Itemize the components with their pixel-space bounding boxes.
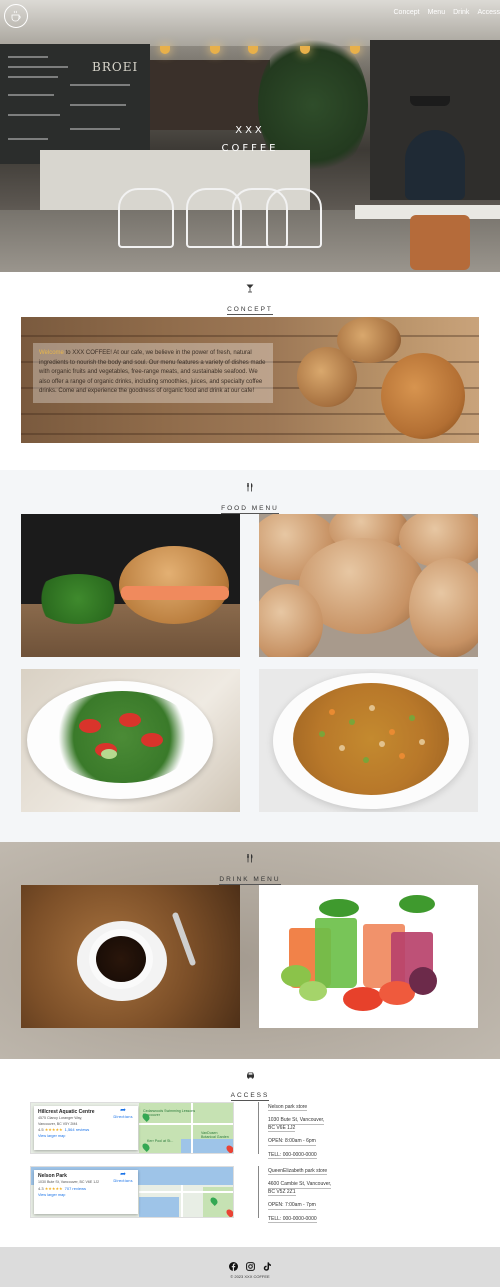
lamp-icon: [410, 96, 450, 106]
drink-menu-header: DRINK MENU: [0, 854, 500, 885]
hero-person: [405, 130, 465, 200]
directions-button[interactable]: ➦ Directions: [111, 1170, 135, 1184]
facebook-icon[interactable]: [229, 1256, 238, 1271]
coffee-logo-icon: [11, 10, 21, 22]
lamp-icon: [210, 46, 220, 54]
map-embed[interactable]: Cedarwoods Swimming Lessons Vancouver Ke…: [30, 1102, 234, 1154]
soup-photo: [259, 669, 478, 812]
instagram-icon[interactable]: [246, 1256, 255, 1271]
concept-header: CONCEPT: [0, 284, 500, 315]
store-info: Nelson park store 1030 Bute St, Vancouve…: [268, 1104, 388, 1163]
nav-concept[interactable]: Concept: [394, 9, 420, 16]
food-menu-header: FOOD MENU: [0, 483, 500, 514]
food-menu-title: FOOD MENU: [221, 505, 279, 514]
bread-image: [381, 353, 465, 439]
nav-menu[interactable]: Menu: [428, 9, 446, 16]
concept-banner: Welcome to XXX COFFEE! At our cafe, we b…: [21, 317, 479, 443]
hero-chair: [118, 188, 174, 248]
nav-access[interactable]: Access: [477, 9, 500, 16]
lamp-icon: [248, 46, 258, 54]
map-reviews-link[interactable]: 707 reviews: [65, 1186, 86, 1191]
concept-highlight: Welcome: [39, 350, 64, 356]
brand-line-1: XXX: [235, 125, 265, 136]
directions-button[interactable]: ➦ Directions: [111, 1106, 135, 1120]
map-place-label: Kerr Pool at St...: [147, 1139, 174, 1143]
access-header: ACCESS: [0, 1071, 500, 1101]
view-larger-map-link[interactable]: View larger map: [38, 1193, 134, 1197]
directions-icon: ➦: [120, 1170, 126, 1178]
map-reviews-link[interactable]: 1,564 reviews: [65, 1127, 90, 1132]
hero-chair: [266, 188, 322, 248]
store-address: 1030 Bute St, Vancouver,: [268, 1117, 325, 1125]
brand-line-2: COFFEE: [221, 143, 279, 154]
lamp-icon: [160, 46, 170, 54]
star-rating-icon: ★★★★★: [44, 1127, 63, 1133]
copyright: © 2023 XXX COFFEE: [230, 1274, 270, 1279]
hero-sign-text: BROEI: [92, 60, 139, 74]
store-address: 4600 Cambie St, Vancouver,: [268, 1181, 332, 1189]
coffee-photo: [21, 885, 240, 1028]
concept-description: Welcome to XXX COFFEE! At our cafe, we b…: [33, 343, 273, 403]
salad-photo: [21, 669, 240, 812]
store-tel: TELL: 000-0000-0000: [268, 1215, 317, 1224]
view-larger-map-link[interactable]: View larger map: [38, 1134, 134, 1138]
store-address: BC V6E 1J2: [268, 1124, 296, 1133]
hero-shelf: [150, 60, 270, 130]
store-hours: OPEN: 8:00am - 6pm: [268, 1138, 316, 1146]
site-logo[interactable]: [4, 4, 28, 28]
car-icon: [0, 1071, 500, 1082]
map-place-label: VanDusen Botanical Garden: [201, 1131, 229, 1140]
map-rating: 4.5 ★★★★★ 1,564 reviews: [38, 1127, 90, 1133]
fork-knife-icon: [0, 483, 500, 495]
access-title: ACCESS: [230, 1092, 270, 1101]
map-place-address: Vancouver, BC V5Y 2M4: [38, 1121, 78, 1126]
store-name: Nelson park store: [268, 1104, 308, 1112]
store-hours: OPEN: 7:00am - 7pm: [268, 1202, 316, 1210]
nav-drink[interactable]: Drink: [453, 9, 469, 16]
map-place-label: Cedarwoods Swimming Lessons Vancouver: [143, 1109, 196, 1118]
bread-photo: [259, 514, 478, 657]
tiktok-icon[interactable]: [263, 1256, 272, 1271]
store-tel: TELL: 000-0000-0000: [268, 1151, 317, 1160]
concept-body: to XXX COFFEE! At our cafe, we believe i…: [39, 350, 266, 395]
map-embed[interactable]: Nelson Park 1030 Bute St, Vancouver, BC …: [30, 1166, 234, 1218]
footer: © 2023 XXX COFFEE: [0, 1247, 500, 1287]
divider: [258, 1166, 259, 1218]
fork-knife-icon: [0, 854, 500, 866]
store-info: QueenElizabeth park store 4600 Cambie St…: [268, 1168, 388, 1227]
hero-chair: [410, 215, 470, 270]
social-links: [229, 1256, 272, 1271]
concept-title: CONCEPT: [227, 306, 273, 315]
store-address: BC V5Z 2Z1: [268, 1188, 296, 1197]
smoothie-photo: [259, 885, 478, 1028]
store-name: QueenElizabeth park store: [268, 1168, 328, 1176]
lamp-icon: [350, 46, 360, 54]
divider: [258, 1102, 259, 1154]
bread-image: [337, 317, 401, 363]
directions-icon: ➦: [120, 1106, 126, 1114]
cocktail-glass-icon: [0, 284, 500, 296]
hero-section: BROEI XXX COFFEE Concept Menu Drink Acce…: [0, 0, 500, 272]
main-nav: Concept Menu Drink Access: [394, 9, 500, 16]
brand-title: XXX COFFEE: [218, 122, 282, 158]
star-rating-icon: ★★★★★: [44, 1185, 63, 1191]
map-rating: 4.3 ★★★★★ 707 reviews: [38, 1185, 86, 1191]
drink-menu-title: DRINK MENU: [219, 876, 281, 885]
sandwich-photo: [21, 514, 240, 657]
